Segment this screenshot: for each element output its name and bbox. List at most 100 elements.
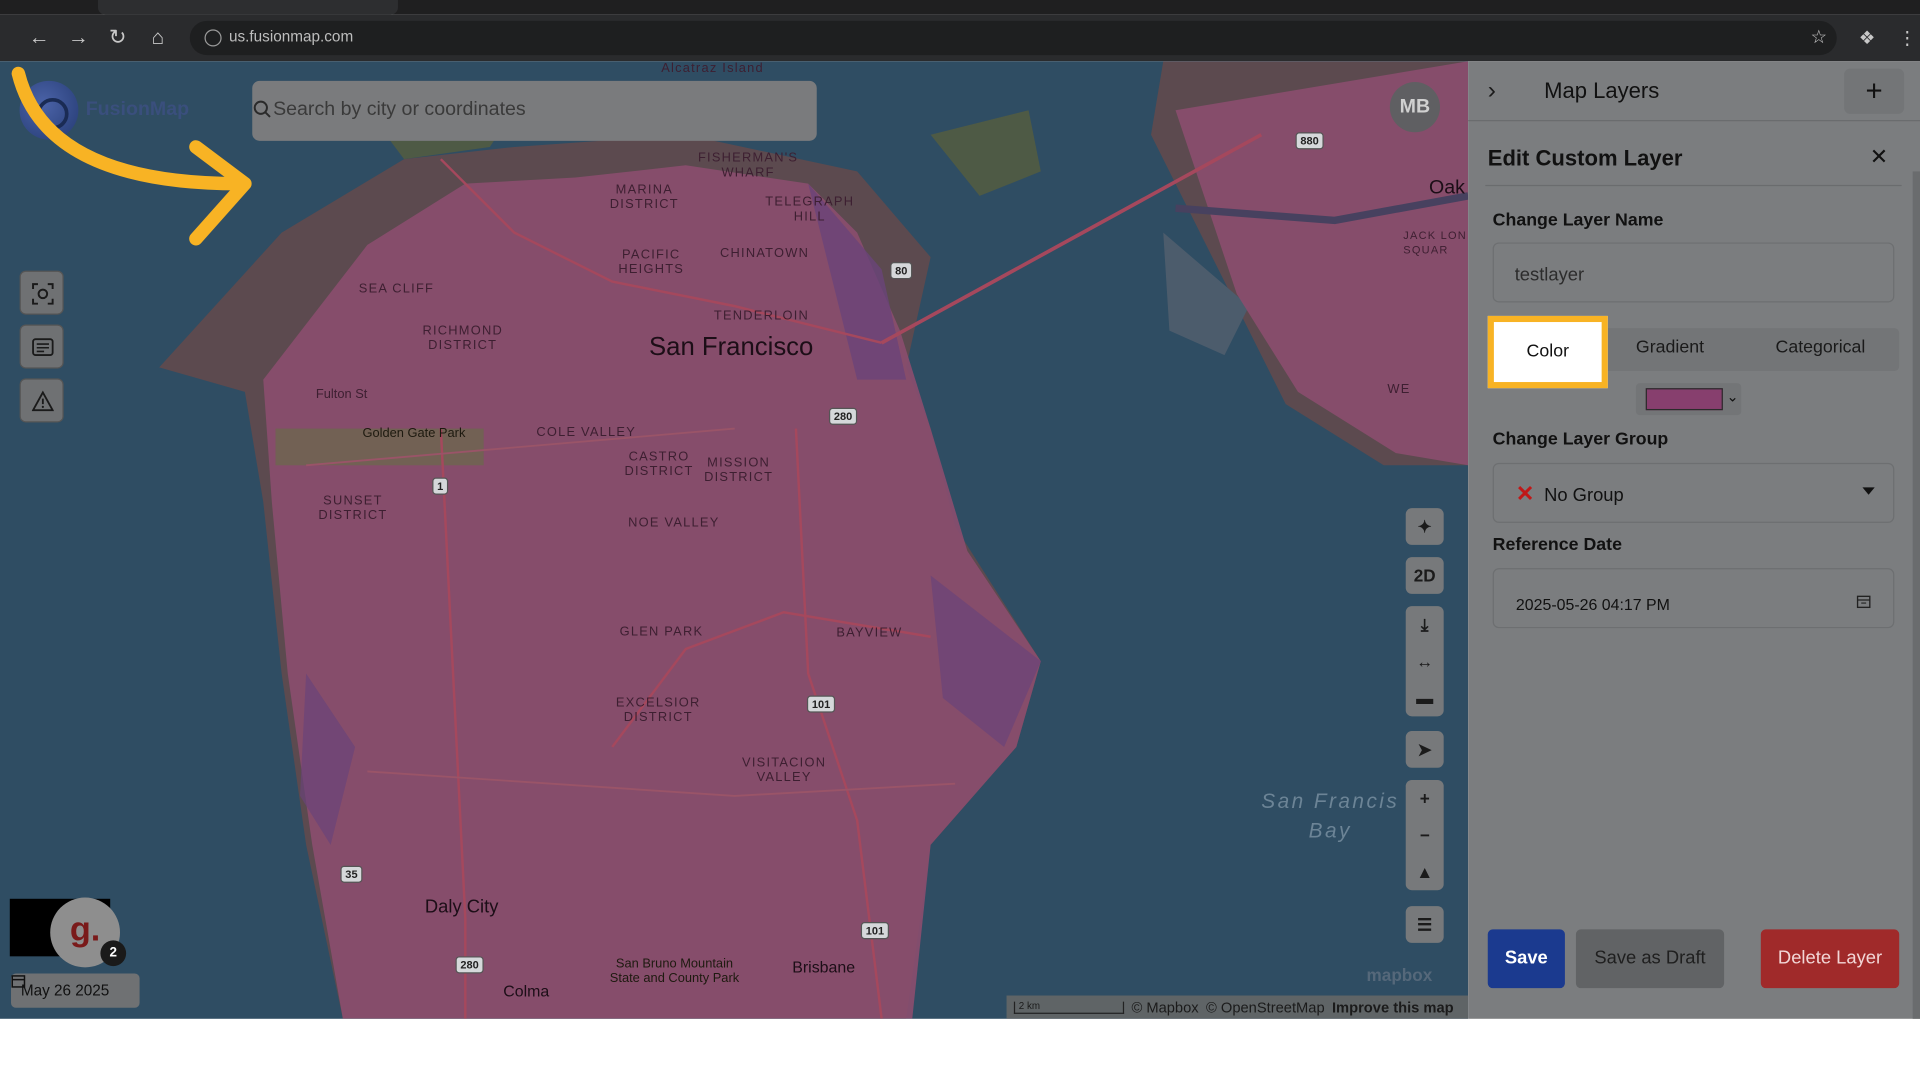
highway-shield: 1	[432, 477, 449, 495]
layers-icon[interactable]: ☰	[1406, 906, 1444, 943]
callout-arrow-icon	[11, 66, 252, 246]
date-chip[interactable]: May 26 2025	[11, 973, 140, 1008]
map-label: BAYVIEW	[836, 625, 903, 641]
notification-badge: 2	[100, 940, 127, 967]
section-title: Edit Custom Layer	[1487, 145, 1683, 171]
alerts-button[interactable]	[19, 378, 64, 423]
screen: ← → ↻ ⌂ us.fusionmap.com ☆ ❖ ⋮ FusionMap…	[0, 0, 1920, 1080]
reload-icon[interactable]: ↻	[105, 26, 129, 50]
map-label: GLEN PARK	[619, 624, 704, 640]
panel-scrollbar[interactable]	[1912, 171, 1920, 1019]
compass-icon[interactable]: ▲	[1406, 853, 1444, 890]
zoom-in-icon[interactable]: +	[1406, 780, 1444, 817]
notes-button[interactable]	[19, 324, 64, 369]
reference-date-input[interactable]: 2025-05-26 04:17 PM	[1492, 568, 1895, 629]
scale-bar: 2 km	[1013, 1000, 1125, 1014]
divider	[1485, 184, 1902, 187]
browser-menu-icon[interactable]: ⋮	[1898, 27, 1916, 49]
map-label: COLE VALLEY	[536, 424, 637, 440]
no-group-x-icon: ✕	[1515, 481, 1535, 506]
browser-tab[interactable]	[97, 0, 398, 15]
city-label: San Francisco	[648, 333, 814, 362]
color-picker[interactable]: ⌄	[1635, 383, 1742, 416]
mapbox-attribution-link[interactable]: © Mapbox	[1131, 999, 1198, 1016]
layer-name-value: testlayer	[1514, 264, 1585, 286]
extensions-icon[interactable]: ❖	[1859, 27, 1875, 49]
city-label: Brisbane	[792, 957, 856, 976]
ai-tool[interactable]: ✦	[1405, 508, 1444, 545]
save-draft-button[interactable]: Save as Draft	[1575, 929, 1725, 989]
forward-icon[interactable]: →	[66, 26, 90, 50]
focus-icon	[32, 283, 54, 305]
map-label: MISSION DISTRICT	[704, 455, 774, 485]
water-label: San Francis Bay	[1261, 789, 1400, 843]
map-label: TENDERLOIN	[713, 308, 810, 324]
highway-shield: 101	[860, 922, 890, 940]
site-info-icon[interactable]	[204, 29, 222, 47]
download-icon[interactable]: ⤓	[1406, 606, 1444, 643]
map-label: VISITACION VALLEY	[742, 755, 827, 785]
tab-color[interactable]: Color	[1487, 315, 1608, 389]
close-icon[interactable]: ✕	[1870, 144, 1888, 170]
layers-tool[interactable]: ☰	[1405, 906, 1444, 943]
layer-name-input[interactable]: testlayer	[1492, 242, 1895, 303]
calendar-icon	[11, 975, 26, 988]
search-placeholder: Search by city or coordinates	[273, 99, 526, 121]
map-label: TELEGRAPH HILL	[765, 194, 855, 225]
highway-shield: 35	[340, 865, 363, 883]
screenshot-button[interactable]	[19, 270, 64, 315]
tab-categorical[interactable]: Categorical	[1776, 338, 1866, 358]
ai-sparkle-icon[interactable]: ✦	[1406, 508, 1444, 545]
locate-tool[interactable]: ➤	[1405, 731, 1444, 768]
bookmark-star-icon[interactable]: ☆	[1810, 26, 1826, 48]
address-bar[interactable]: us.fusionmap.com ☆	[189, 20, 1837, 56]
layer-name-label: Change Layer Name	[1492, 210, 1664, 231]
compare-icon[interactable]: ↔	[1406, 643, 1444, 680]
search-input[interactable]: Search by city or coordinates	[252, 80, 817, 141]
view-toggle[interactable]: 2D	[1405, 557, 1444, 594]
map-label: SEA CLIFF	[358, 281, 435, 297]
map-canvas[interactable]: FusionMap Search by city or coordinates …	[0, 61, 1469, 1019]
layer-group-label: Change Layer Group	[1492, 429, 1669, 450]
map-label: San Bruno Mountain State and County Park	[609, 956, 740, 986]
map-tools-group: ⤓ ↔ ▬	[1405, 606, 1444, 717]
city-label: Daly City	[424, 896, 499, 918]
highway-shield: 280	[455, 956, 484, 974]
date-chip-text: May 26 2025	[20, 982, 110, 1000]
message-icon	[32, 338, 54, 357]
improve-map-link[interactable]: Improve this map	[1332, 999, 1454, 1016]
color-swatch	[1645, 388, 1723, 411]
map-layers-panel: › Map Layers + Edit Custom Layer ✕ Chang…	[1468, 61, 1920, 1019]
reference-date-value: 2025-05-26 04:17 PM	[1515, 595, 1670, 614]
osm-attribution-link[interactable]: © OpenStreetMap	[1206, 999, 1325, 1016]
add-layer-button[interactable]: +	[1844, 68, 1905, 114]
map-label: RICHMOND DISTRICT	[422, 323, 503, 353]
calendar-icon[interactable]	[1856, 594, 1871, 609]
tab-gradient[interactable]: Gradient	[1636, 338, 1704, 358]
highway-shield: 101	[806, 695, 836, 713]
highway-shield: 280	[828, 407, 858, 425]
map-label: CASTRO DISTRICT	[624, 449, 694, 479]
url-text: us.fusionmap.com	[228, 28, 354, 46]
view-2d-button[interactable]: 2D	[1406, 557, 1444, 594]
chevron-down-icon[interactable]: ⌄	[1727, 388, 1739, 405]
layer-group-select[interactable]: ✕ No Group	[1492, 462, 1895, 523]
home-icon[interactable]: ⌂	[146, 26, 170, 50]
map-label: Alcatraz Island	[661, 61, 764, 76]
panel-title: Map Layers	[1544, 78, 1660, 103]
ruler-icon[interactable]: ▬	[1406, 680, 1444, 717]
user-avatar[interactable]: MB	[1389, 82, 1441, 133]
navigation-icon[interactable]: ➤	[1406, 731, 1444, 768]
highway-shield: 80	[890, 262, 913, 280]
save-button[interactable]: Save	[1487, 929, 1565, 989]
map-label: JACK LON SQUAR	[1403, 228, 1467, 256]
zoom-group: + − ▲	[1405, 780, 1444, 891]
mapbox-logo[interactable]: mapbox	[1367, 965, 1433, 985]
zoom-out-icon[interactable]: −	[1406, 817, 1444, 854]
back-icon[interactable]: ←	[27, 26, 51, 50]
map-label: NOE VALLEY	[628, 515, 720, 531]
collapse-chevron-icon[interactable]: ›	[1488, 77, 1496, 105]
reference-date-label: Reference Date	[1492, 535, 1622, 555]
delete-layer-button[interactable]: Delete Layer	[1760, 929, 1900, 989]
highway-shield: 880	[1295, 132, 1324, 150]
